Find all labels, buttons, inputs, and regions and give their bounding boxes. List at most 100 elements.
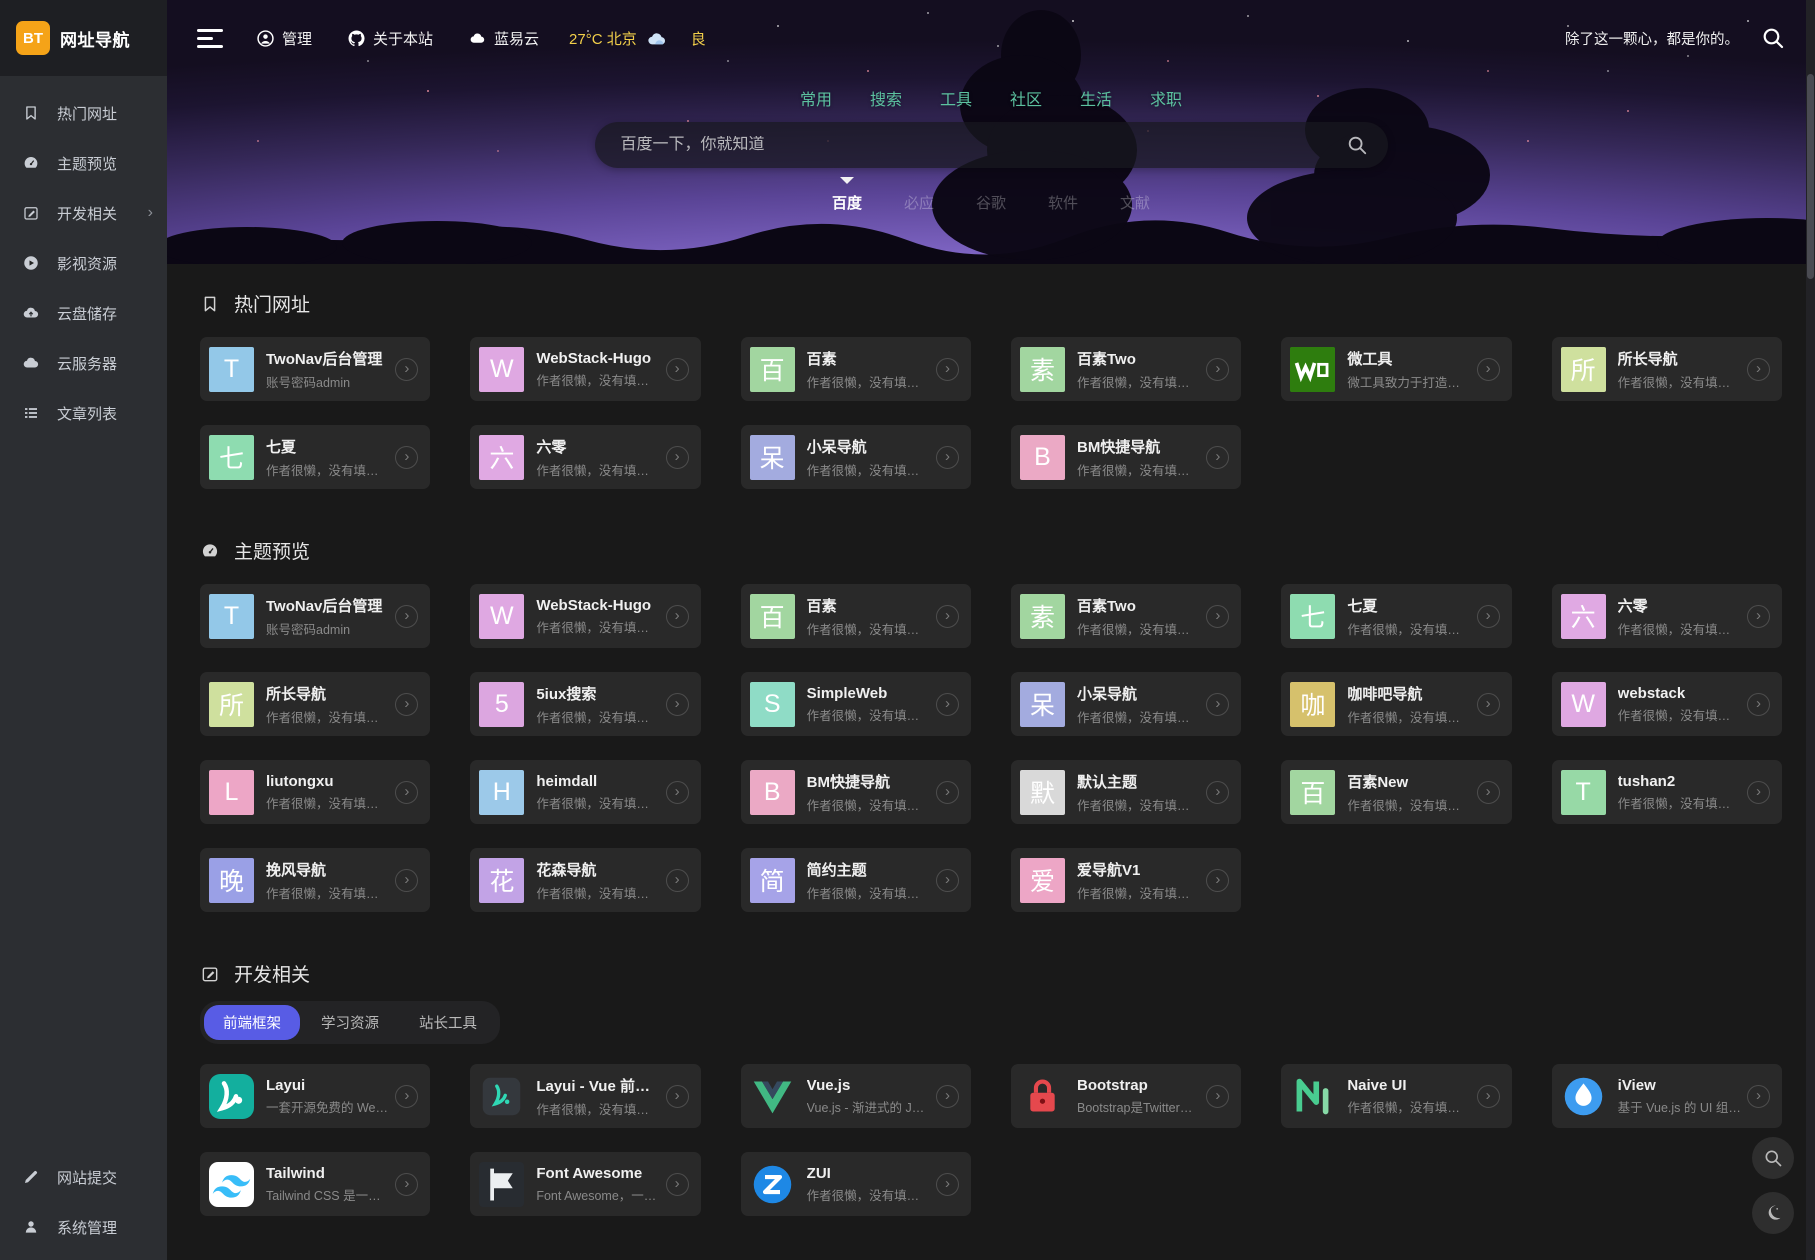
search-engine-tab[interactable]: 百度 — [830, 190, 864, 215]
arrow-right-icon[interactable]: › — [1747, 693, 1770, 716]
top-menu-item[interactable]: 关于本站 — [348, 28, 433, 49]
arrow-right-icon[interactable]: › — [395, 446, 418, 469]
site-card[interactable]: 所 所长导航 作者很懒，没有填写描述。 › — [200, 672, 430, 736]
arrow-right-icon[interactable]: › — [936, 446, 959, 469]
hero-category-tab[interactable]: 生活 — [1080, 86, 1112, 110]
site-card[interactable]: 呆 小呆导航 作者很懒，没有填写描述。 › — [741, 425, 971, 489]
arrow-right-icon[interactable]: › — [666, 358, 689, 381]
site-card[interactable]: L liutongxu 作者很懒，没有填写描述。 › — [200, 760, 430, 824]
arrow-right-icon[interactable]: › — [1206, 1085, 1229, 1108]
arrow-right-icon[interactable]: › — [936, 869, 959, 892]
arrow-right-icon[interactable]: › — [395, 869, 418, 892]
site-card[interactable]: 微工具 微工具致力于打造和收集各... › — [1281, 337, 1511, 401]
site-card[interactable]: 七 七夏 作者很懒，没有填写描述。 › — [1281, 584, 1511, 648]
arrow-right-icon[interactable]: › — [1206, 605, 1229, 628]
sidebar-item[interactable]: 系统管理 — [0, 1202, 167, 1252]
arrow-right-icon[interactable]: › — [1747, 781, 1770, 804]
hero-search-input[interactable] — [595, 136, 1346, 154]
site-card[interactable]: T TwoNav后台管理 账号密码admin › — [200, 337, 430, 401]
arrow-right-icon[interactable]: › — [1206, 358, 1229, 381]
arrow-right-icon[interactable]: › — [1477, 1085, 1500, 1108]
sidebar-item[interactable]: 热门网址 — [0, 88, 167, 138]
arrow-right-icon[interactable]: › — [666, 446, 689, 469]
arrow-right-icon[interactable]: › — [1747, 358, 1770, 381]
site-card[interactable]: Layui - Vue 前端 UI 框架 作者很懒，没有填写描述。 › — [470, 1064, 700, 1128]
site-card[interactable]: S SimpleWeb 作者很懒，没有填写描述。 › — [741, 672, 971, 736]
site-card[interactable]: 百 百素 作者很懒，没有填写描述。 › — [741, 337, 971, 401]
site-card[interactable]: iView 基于 Vue.js 的 UI 组件库， › — [1552, 1064, 1782, 1128]
site-card[interactable]: Font Awesome Font Awesome，一套绝佳... › — [470, 1152, 700, 1216]
sidebar-item[interactable]: 云盘储存 — [0, 288, 167, 338]
search-engine-tab[interactable]: 谷歌 — [974, 190, 1008, 215]
arrow-right-icon[interactable]: › — [666, 693, 689, 716]
site-card[interactable]: 咖 咖啡吧导航 作者很懒，没有填写描述。 › — [1281, 672, 1511, 736]
site-card[interactable]: 爱 爱导航V1 作者很懒，没有填写描述。 › — [1011, 848, 1241, 912]
arrow-right-icon[interactable]: › — [1747, 605, 1770, 628]
arrow-right-icon[interactable]: › — [1206, 446, 1229, 469]
site-card[interactable]: 呆 小呆导航 作者很懒，没有填写描述。 › — [1011, 672, 1241, 736]
scrollbar-thumb[interactable] — [1807, 74, 1814, 279]
hero-category-tab[interactable]: 搜索 — [870, 86, 902, 110]
site-card[interactable]: Bootstrap Bootstrap是Twitter推出的... › — [1011, 1064, 1241, 1128]
scrollbar[interactable] — [1806, 0, 1815, 1260]
top-menu-item[interactable]: 管理 — [257, 28, 312, 49]
site-card[interactable]: T tushan2 作者很懒，没有填写描述。 › — [1552, 760, 1782, 824]
arrow-right-icon[interactable]: › — [666, 1085, 689, 1108]
site-card[interactable]: ZUI 作者很懒，没有填写描述。 › — [741, 1152, 971, 1216]
arrow-right-icon[interactable]: › — [666, 869, 689, 892]
sidebar-item[interactable]: 云服务器 — [0, 338, 167, 388]
site-card[interactable]: W WebStack-Hugo 作者很懒，没有填写描述。 › — [470, 337, 700, 401]
site-card[interactable]: W WebStack-Hugo 作者很懒，没有填写描述。 › — [470, 584, 700, 648]
arrow-right-icon[interactable]: › — [395, 693, 418, 716]
arrow-right-icon[interactable]: › — [1477, 358, 1500, 381]
site-card[interactable]: 素 百素Two 作者很懒，没有填写描述。 › — [1011, 337, 1241, 401]
fab-search-button[interactable] — [1752, 1137, 1794, 1179]
site-card[interactable]: 简 简约主题 作者很懒，没有填写描述。 › — [741, 848, 971, 912]
logo[interactable]: BT 网址导航 — [0, 0, 167, 76]
arrow-right-icon[interactable]: › — [666, 1173, 689, 1196]
site-card[interactable]: B BM快捷导航 作者很懒，没有填写描述。 › — [741, 760, 971, 824]
arrow-right-icon[interactable]: › — [936, 358, 959, 381]
arrow-right-icon[interactable]: › — [666, 605, 689, 628]
site-card[interactable]: 六 六零 作者很懒，没有填写描述。 › — [470, 425, 700, 489]
hero-category-tab[interactable]: 工具 — [940, 86, 972, 110]
site-card[interactable]: 素 百素Two 作者很懒，没有填写描述。 › — [1011, 584, 1241, 648]
arrow-right-icon[interactable]: › — [395, 781, 418, 804]
arrow-right-icon[interactable]: › — [936, 781, 959, 804]
arrow-right-icon[interactable]: › — [395, 1173, 418, 1196]
arrow-right-icon[interactable]: › — [936, 1085, 959, 1108]
section-tab[interactable]: 前端框架 — [204, 1005, 300, 1040]
site-card[interactable]: Tailwind Tailwind CSS 是一个功能类... › — [200, 1152, 430, 1216]
arrow-right-icon[interactable]: › — [936, 605, 959, 628]
site-card[interactable]: 晚 挽风导航 作者很懒，没有填写描述。 › — [200, 848, 430, 912]
arrow-right-icon[interactable]: › — [395, 605, 418, 628]
site-card[interactable]: Naive UI 作者很懒，没有填写描述。 › — [1281, 1064, 1511, 1128]
arrow-right-icon[interactable]: › — [395, 358, 418, 381]
arrow-right-icon[interactable]: › — [395, 1085, 418, 1108]
arrow-right-icon[interactable]: › — [1477, 693, 1500, 716]
site-card[interactable]: 百 百素 作者很懒，没有填写描述。 › — [741, 584, 971, 648]
arrow-right-icon[interactable]: › — [666, 781, 689, 804]
sidebar-item[interactable]: 主题预览 — [0, 138, 167, 188]
site-card[interactable]: 百 百素New 作者很懒，没有填写描述。 › — [1281, 760, 1511, 824]
site-card[interactable]: H heimdall 作者很懒，没有填写描述。 › — [470, 760, 700, 824]
arrow-right-icon[interactable]: › — [936, 693, 959, 716]
fab-darkmode-button[interactable] — [1752, 1192, 1794, 1234]
top-menu-item[interactable]: 蓝易云 — [469, 28, 539, 49]
search-icon[interactable] — [1346, 134, 1368, 156]
site-card[interactable]: 七 七夏 作者很懒，没有填写描述。 › — [200, 425, 430, 489]
arrow-right-icon[interactable]: › — [1747, 1085, 1770, 1108]
site-card[interactable]: W webstack 作者很懒，没有填写描述。 › — [1552, 672, 1782, 736]
site-card[interactable]: Vue.js Vue.js - 渐进式的 JavaScri... › — [741, 1064, 971, 1128]
section-tab[interactable]: 站长工具 — [400, 1005, 496, 1040]
arrow-right-icon[interactable]: › — [1477, 605, 1500, 628]
site-card[interactable]: 5 5iux搜索 作者很懒，没有填写描述。 › — [470, 672, 700, 736]
section-tab[interactable]: 学习资源 — [302, 1005, 398, 1040]
arrow-right-icon[interactable]: › — [1206, 781, 1229, 804]
sidebar-item[interactable]: 文章列表 — [0, 388, 167, 438]
arrow-right-icon[interactable]: › — [1206, 869, 1229, 892]
search-engine-tab[interactable]: 软件 — [1046, 190, 1080, 215]
menu-toggle-icon[interactable] — [197, 29, 223, 48]
arrow-right-icon[interactable]: › — [1477, 781, 1500, 804]
header-search-icon[interactable] — [1761, 26, 1785, 50]
